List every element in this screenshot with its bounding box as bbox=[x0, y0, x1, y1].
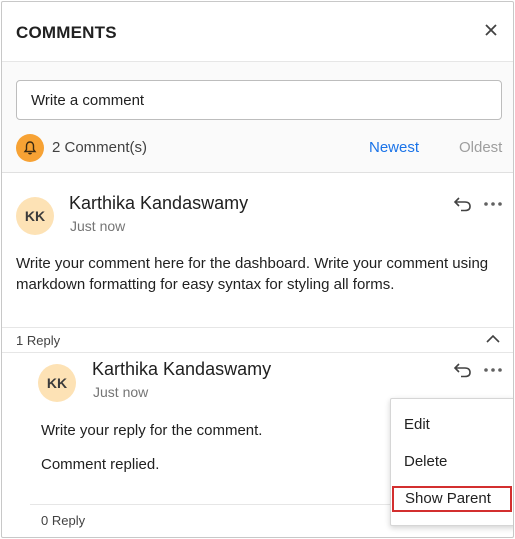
panel-header: COMMENTS bbox=[2, 2, 513, 62]
reply-author: Karthika Kandaswamy bbox=[92, 359, 272, 379]
chevron-up-icon[interactable] bbox=[485, 332, 501, 346]
bell-icon bbox=[16, 134, 44, 162]
reply-text-line: Comment replied. bbox=[41, 456, 160, 473]
comment-text-line: markdown formatting for easy syntax for … bbox=[16, 276, 395, 293]
comment-author: Karthika Kandaswamy bbox=[69, 193, 249, 213]
reply-text-line: Write your reply for the comment. bbox=[41, 422, 263, 439]
reply-icon[interactable] bbox=[453, 195, 473, 213]
compose-area: 2 Comment(s) Newest Oldest bbox=[2, 62, 513, 173]
reply-time: Just now bbox=[93, 384, 149, 400]
menu-item-show-parent[interactable]: Show Parent bbox=[392, 486, 512, 512]
comment-input[interactable] bbox=[16, 80, 502, 120]
reply-icon[interactable] bbox=[453, 361, 473, 379]
more-options-icon[interactable] bbox=[483, 366, 503, 374]
reply-count[interactable]: 0 Reply bbox=[41, 513, 85, 528]
menu-item-delete[interactable]: Delete bbox=[392, 449, 512, 475]
avatar: KK bbox=[38, 364, 76, 402]
close-icon[interactable] bbox=[483, 22, 499, 38]
comments-panel: COMMENTS 2 Comment(s) Newest Oldest KK K… bbox=[1, 1, 514, 538]
more-options-icon[interactable] bbox=[483, 200, 503, 208]
comment-count: 2 Comment(s) bbox=[52, 139, 148, 156]
sort-newest-button[interactable]: Newest bbox=[369, 139, 419, 156]
replies-toggle-bar[interactable]: 1 Reply bbox=[2, 327, 513, 353]
comment-text-line: Write your comment here for the dashboar… bbox=[16, 255, 489, 272]
reply-count: 1 Reply bbox=[16, 333, 61, 348]
comment-time: Just now bbox=[70, 218, 126, 234]
menu-item-edit[interactable]: Edit bbox=[392, 412, 512, 438]
panel-title: COMMENTS bbox=[16, 23, 117, 42]
sort-oldest-button[interactable]: Oldest bbox=[459, 139, 502, 156]
avatar: KK bbox=[16, 197, 54, 235]
context-menu: Edit Delete Show Parent bbox=[390, 398, 513, 526]
